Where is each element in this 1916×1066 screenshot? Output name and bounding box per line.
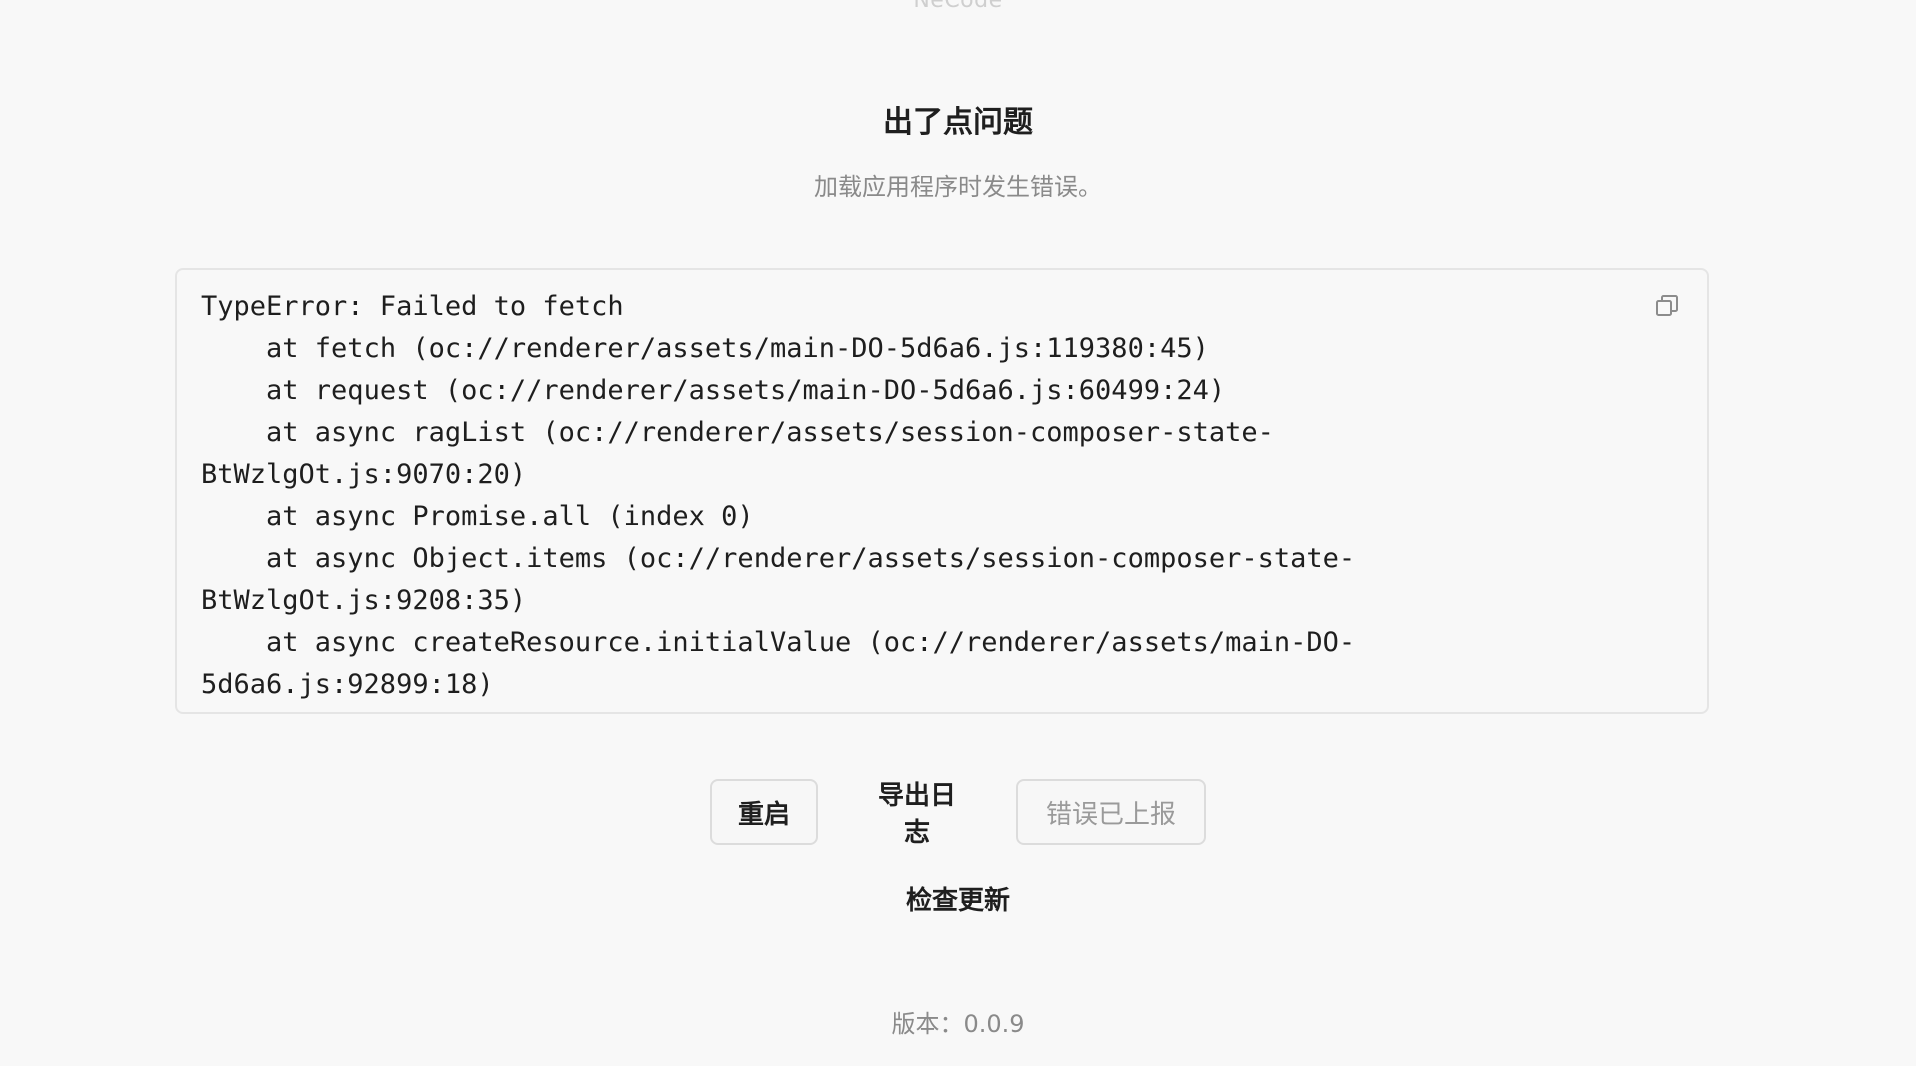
page-title: 出了点问题: [883, 105, 1033, 140]
export-logs-button[interactable]: 导出日志: [842, 779, 992, 848]
action-buttons: 重启 导出日志 错误已上报: [0, 779, 1916, 848]
copy-icon: [1656, 295, 1678, 316]
copy-button[interactable]: [1653, 292, 1681, 320]
error-reported-button: 错误已上报: [1016, 779, 1206, 845]
brand-name: NeCode: [913, 0, 1003, 13]
check-update-link[interactable]: 检查更新: [906, 886, 1010, 916]
version-label: 版本：0.0.9: [891, 1010, 1025, 1038]
page-subtitle: 加载应用程序时发生错误。: [814, 173, 1102, 201]
error-stack-trace[interactable]: TypeError: Failed to fetch at fetch (oc:…: [201, 286, 1683, 706]
error-page: NeCode 出了点问题 加载应用程序时发生错误。 TypeError: Fai…: [0, 0, 1916, 1066]
restart-button[interactable]: 重启: [710, 779, 818, 845]
check-update-row: 检查更新: [0, 880, 1916, 917]
error-details-box: TypeError: Failed to fetch at fetch (oc:…: [175, 268, 1709, 714]
